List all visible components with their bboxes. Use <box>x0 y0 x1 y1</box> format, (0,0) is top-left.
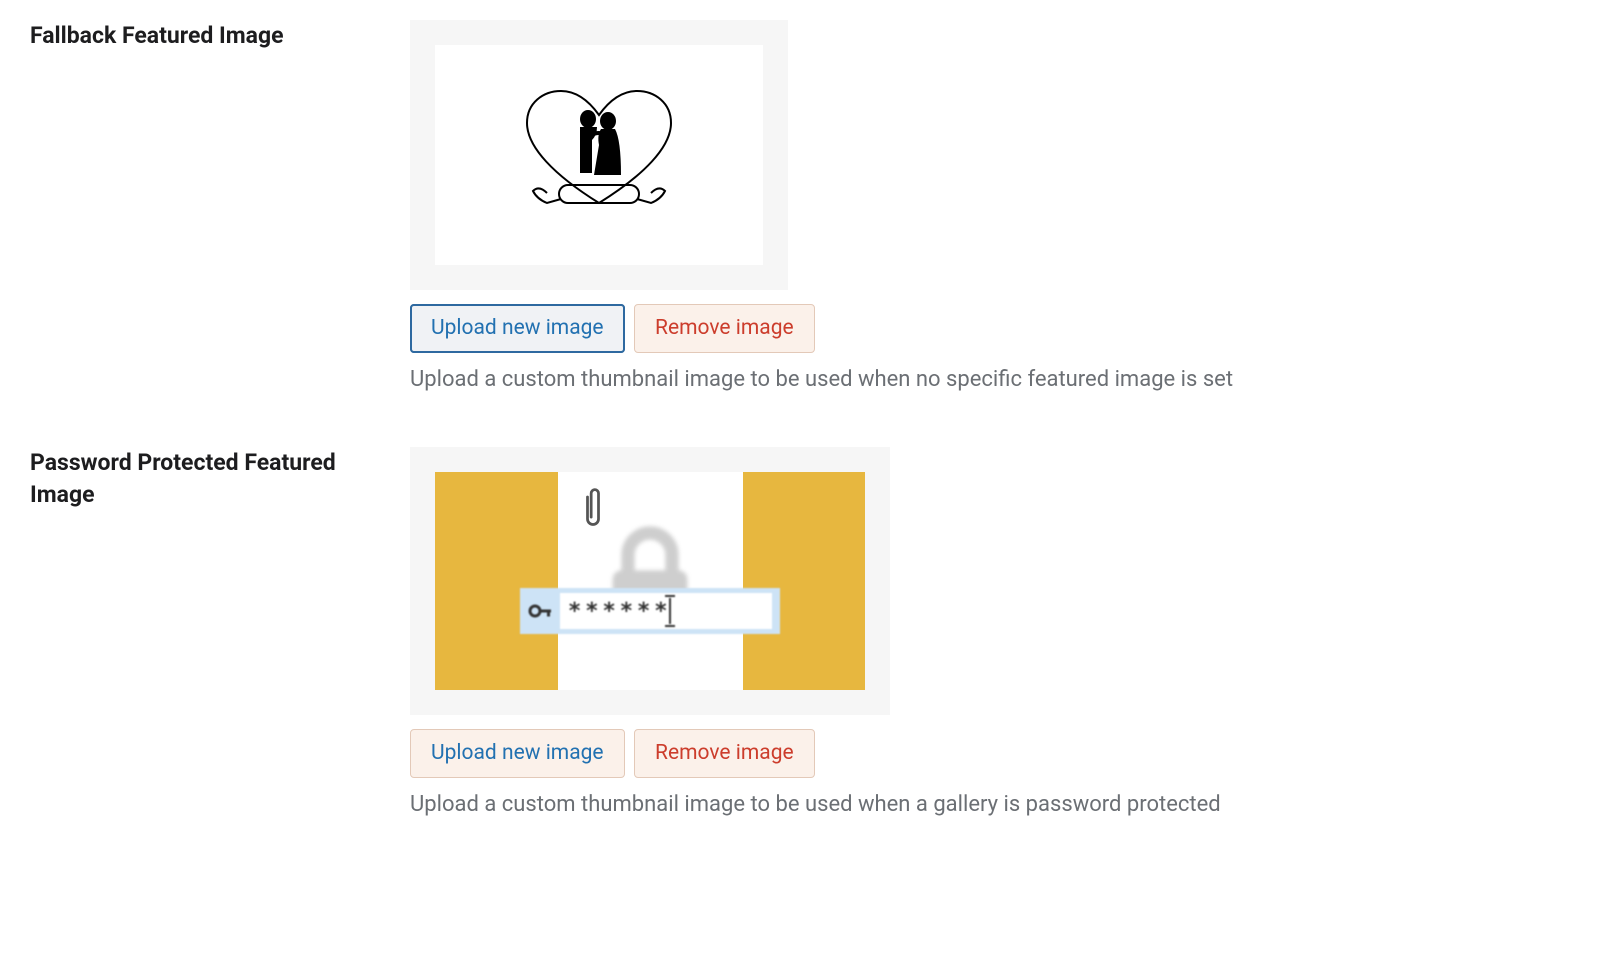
setting-control: ****** Upload new image Remove image Upl… <box>410 447 1570 817</box>
setting-control: Upload new image Remove image Upload a c… <box>410 20 1570 392</box>
setting-label: Password Protected Featured Image <box>30 447 410 511</box>
key-icon <box>528 599 552 623</box>
upload-new-image-button[interactable]: Upload new image <box>410 304 625 353</box>
image-preview-frame: ****** <box>410 447 890 715</box>
image-preview: ****** <box>435 472 865 690</box>
password-mask: ****** <box>560 593 772 629</box>
text-cursor-icon <box>669 598 671 624</box>
setting-fallback-featured-image: Fallback Featured Image <box>30 20 1570 392</box>
remove-image-button[interactable]: Remove image <box>634 729 815 778</box>
help-text: Upload a custom thumbnail image to be us… <box>410 367 1570 392</box>
setting-password-protected-featured-image: Password Protected Featured Image <box>30 447 1570 817</box>
password-mask-text: ****** <box>568 599 671 624</box>
wedding-heart-icon <box>509 85 689 225</box>
button-row: Upload new image Remove image <box>410 304 1570 353</box>
document-card-graphic <box>558 472 743 690</box>
upload-new-image-button[interactable]: Upload new image <box>410 729 625 778</box>
password-field-graphic: ****** <box>520 588 780 634</box>
setting-label: Fallback Featured Image <box>30 20 410 52</box>
remove-image-button[interactable]: Remove image <box>634 304 815 353</box>
image-preview <box>435 45 763 265</box>
button-row: Upload new image Remove image <box>410 729 1570 778</box>
image-preview-frame <box>410 20 788 290</box>
help-text: Upload a custom thumbnail image to be us… <box>410 792 1570 817</box>
